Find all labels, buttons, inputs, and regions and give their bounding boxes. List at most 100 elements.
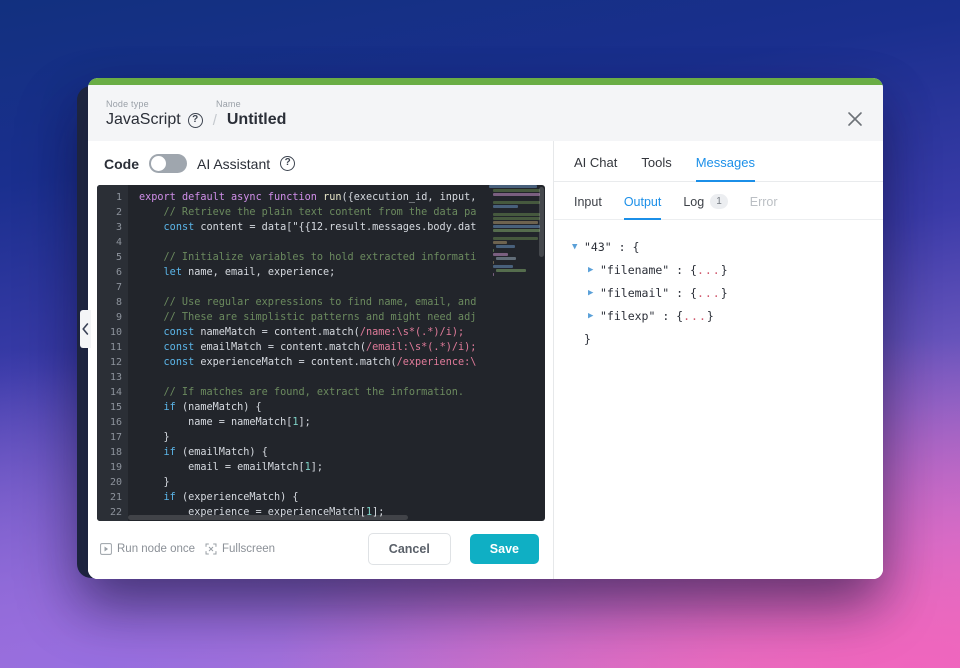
editor-line-number: 9 [115, 312, 122, 323]
editor-line-number: 17 [109, 432, 122, 443]
save-button[interactable]: Save [469, 534, 539, 564]
run-node-once-button[interactable]: Run node once [100, 543, 195, 555]
editor-line-number: 11 [109, 342, 122, 353]
editor-line-number: 4 [115, 237, 122, 248]
output-json-viewer[interactable]: ▼ "43" : {▶ "filename" : {...} ▶ "filemail" … [554, 220, 883, 579]
subtab-badge: 1 [710, 194, 728, 209]
code-pane: Code AI Assistant ? 1 2 3 4 5 6 7 8 9 10 11 12 13 14 1… [88, 141, 554, 579]
ai-assistant-label: AI Assistant [197, 155, 271, 172]
breadcrumb-separator: / [212, 111, 217, 129]
header-field-labels: Node type Name [106, 99, 865, 109]
editor-line-number: 2 [115, 207, 122, 218]
json-child-row[interactable]: ▶ "filemail" : {...} [572, 282, 865, 305]
json-collapsed-dots: ... [696, 286, 721, 300]
editor-line-number: 10 [109, 327, 122, 338]
node-name-value[interactable]: Untitled [227, 111, 287, 129]
editor-line-number: 8 [115, 297, 122, 308]
node-type-label: Node type [106, 99, 149, 109]
editor-code-line: const emailMatch = content.match(/email:… [163, 342, 477, 353]
json-child-row[interactable]: ▶ "filexp" : {...} [572, 305, 865, 328]
editor-line-number: 7 [115, 282, 122, 293]
fullscreen-label: Fullscreen [222, 543, 276, 555]
json-value: : { [618, 240, 640, 254]
tab-ai-chat[interactable]: AI Chat [574, 155, 617, 182]
subtab-label: Output [623, 195, 662, 209]
top-tab-bar: AI Chat Tools Messages [554, 141, 883, 182]
subtab-log[interactable]: Log 1 [683, 194, 728, 220]
tab-tools[interactable]: Tools [641, 155, 671, 182]
editor-line-number: 13 [109, 372, 122, 383]
editor-vertical-scrollbar[interactable] [539, 187, 544, 257]
ai-assistant-help-icon[interactable]: ? [280, 156, 296, 171]
editor-line-number: 22 [109, 507, 122, 518]
subtab-label: Log [683, 194, 705, 209]
caret-down-icon[interactable]: ▼ [572, 236, 584, 259]
caret-right-icon[interactable]: ▶ [588, 259, 600, 282]
editor-line-number: 20 [109, 477, 122, 488]
subtab-label: Input [574, 195, 602, 209]
panel-collapse-handle[interactable] [80, 310, 91, 348]
caret-right-icon[interactable]: ▶ [588, 305, 600, 328]
editor-code-line [139, 370, 545, 385]
help-icon[interactable]: ? [187, 112, 203, 128]
json-root-row[interactable]: ▼ "43" : { [572, 236, 865, 259]
json-collapsed-dots: ... [683, 309, 707, 323]
editor-code-line [139, 235, 545, 250]
editor-line-number: 1 [115, 192, 122, 203]
close-icon[interactable] [843, 107, 867, 131]
editor-code-line: // Retrieve the plain text content from … [139, 207, 477, 218]
editor-code-line: } [139, 520, 545, 521]
run-node-once-label: Run node once [117, 543, 196, 555]
caret-right-icon[interactable]: ▶ [588, 282, 600, 305]
editor-code-line: const nameMatch = content.match(/name:\s… [163, 327, 465, 338]
sub-tab-bar: Input Output Log 1 Error [554, 182, 883, 220]
node-type-value: JavaScript [106, 111, 181, 128]
editor-code-line: email = emailMatch[1]; [139, 462, 324, 473]
subtab-label: Error [749, 195, 778, 209]
editor-code-line: if (nameMatch) { [163, 402, 262, 413]
editor-code-line: let name, email, experience; [163, 267, 336, 278]
editor-code-line: // Initialize variables to hold extracte… [139, 252, 477, 263]
code-editor[interactable]: 1234567891011121314151617181920212223 ex… [97, 185, 545, 521]
editor-line-number: 6 [115, 267, 122, 278]
editor-line-number: 3 [115, 222, 122, 233]
cancel-button[interactable]: Cancel [367, 533, 451, 565]
fullscreen-button[interactable]: Fullscreen [205, 543, 275, 555]
subtab-error[interactable]: Error [750, 195, 778, 220]
code-mode-label: Code [104, 155, 139, 172]
editor-line-number: 16 [109, 417, 122, 428]
editor-line-number: 19 [109, 462, 122, 473]
json-value: : {...} [676, 263, 728, 277]
json-key: "filename" [600, 263, 677, 277]
editor-line-number: 15 [109, 402, 122, 413]
editor-line-number: 21 [109, 492, 122, 503]
json-key: "filemail" [600, 286, 677, 300]
modal-header: Node type Name JavaScript ? / Untitled [88, 85, 883, 141]
node-name-label: Name [216, 99, 241, 109]
json-value: : {...} [662, 309, 714, 323]
editor-code-line [139, 280, 545, 295]
json-root-close-row[interactable]: } [572, 328, 865, 351]
subtab-input[interactable]: Input [574, 195, 602, 220]
editor-line-number: 5 [115, 252, 122, 263]
json-value: } [584, 332, 591, 346]
subtab-output[interactable]: Output [623, 195, 662, 220]
editor-code-line: } [139, 432, 170, 443]
ai-assistant-toggle[interactable] [149, 154, 187, 173]
editor-footer: Run node once Fullscreen Cancel Save [88, 521, 553, 579]
node-editor-modal: Node type Name JavaScript ? / Untitled C… [88, 78, 883, 579]
editor-line-number: 18 [109, 447, 122, 458]
json-child-row[interactable]: ▶ "filename" : {...} [572, 259, 865, 282]
editor-code-content[interactable]: export default async function run({execu… [128, 185, 545, 521]
editor-code-line: const experienceMatch = content.match(/e… [163, 357, 477, 368]
fullscreen-icon [205, 543, 217, 555]
json-value: : {...} [676, 286, 728, 300]
editor-horizontal-scrollbar[interactable] [128, 515, 408, 520]
header-title-row: JavaScript ? / Untitled [106, 111, 865, 129]
tab-messages[interactable]: Messages [695, 155, 755, 182]
editor-code-line: // If matches are found, extract the inf… [139, 387, 465, 398]
editor-code-line: } [139, 477, 170, 488]
modal-body: Code AI Assistant ? 1 2 3 4 5 6 7 8 9 10 11 12 13 14 1… [88, 141, 883, 579]
editor-code-line: // Use regular expressions to find name,… [139, 297, 477, 308]
editor-code-line: const content = data["{{12.result.messag… [163, 222, 477, 233]
